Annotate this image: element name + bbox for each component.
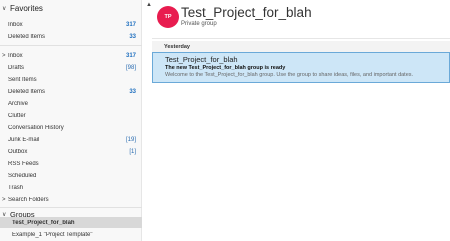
folder-label: RSS Feeds	[8, 161, 39, 167]
message-sender: Test_Project_for_blah	[165, 55, 238, 64]
folder-deleted-items[interactable]: Deleted Items 33	[0, 86, 142, 98]
favorites-item-inbox[interactable]: Inbox 317	[0, 19, 142, 31]
group-title: Test_Project_for_blah	[181, 5, 312, 20]
unread-count: 33	[129, 34, 136, 40]
group-item-example-1[interactable]: Example_1 "Project Template"	[0, 229, 142, 240]
folder-conversation-history[interactable]: Conversation History	[0, 122, 142, 134]
date-group-label: Yesterday	[164, 43, 190, 50]
folder-outbox[interactable]: Outbox [1]	[0, 146, 142, 158]
folder-pane: ∨ Favorites Inbox 317 Deleted Items 33 >…	[0, 0, 142, 241]
group-item-test-project[interactable]: Test_Project_for_blah	[0, 217, 142, 228]
avatar-initials: TP	[164, 14, 172, 20]
unread-count: 317	[125, 22, 136, 28]
folder-scheduled[interactable]: Scheduled	[0, 170, 142, 182]
folder-label: Archive	[8, 101, 29, 107]
folder-sent-items[interactable]: Sent Items	[0, 74, 142, 86]
folder-label: Outbox	[8, 149, 28, 155]
message-item[interactable]: Test_Project_for_blah The new Test_Proje…	[152, 52, 450, 83]
item-count: [1]	[129, 149, 136, 155]
folder-label: Sent Items	[8, 77, 37, 83]
folder-rss-feeds[interactable]: RSS Feeds	[0, 158, 142, 170]
unread-count: 33	[129, 89, 136, 95]
message-subject: The new Test_Project_for_blah group is r…	[165, 65, 286, 71]
scroll-up-icon[interactable]: ▲	[146, 2, 152, 8]
date-group-header: Yesterday	[152, 41, 450, 52]
group-label: Test_Project_for_blah	[12, 219, 75, 226]
folder-label: Inbox	[8, 22, 23, 28]
group-subtitle: Private group	[181, 21, 217, 27]
item-count: [98]	[125, 65, 136, 71]
folder-label: Deleted Items	[8, 34, 46, 40]
folder-inbox[interactable]: > Inbox 317	[0, 50, 142, 62]
folder-search-folders[interactable]: > Search Folders	[0, 194, 142, 206]
header-divider	[152, 38, 450, 39]
favorites-header[interactable]: ∨ Favorites	[2, 4, 43, 13]
folder-label: Clutter	[8, 113, 26, 119]
group-label: Example_1 "Project Template"	[12, 231, 93, 238]
folder-clutter[interactable]: Clutter	[0, 110, 142, 122]
folder-archive[interactable]: Archive	[0, 98, 142, 110]
folder-label: Inbox	[8, 53, 23, 59]
folder-label: Conversation History	[8, 125, 64, 131]
folder-label: Search Folders	[8, 197, 49, 203]
folder-label: Trash	[8, 185, 24, 191]
folder-label: Junk E-mail	[8, 137, 40, 143]
favorites-item-deleted-items[interactable]: Deleted Items 33	[0, 31, 142, 43]
folder-label: Deleted Items	[8, 89, 46, 95]
folder-label: Scheduled	[8, 173, 37, 179]
group-avatar: TP	[157, 6, 179, 28]
unread-count: 317	[125, 53, 136, 59]
message-preview: Welcome to the Test_Project_for_blah gro…	[165, 72, 414, 78]
favorites-header-label: Favorites	[10, 4, 43, 13]
section-divider	[0, 207, 142, 208]
folder-junk-email[interactable]: Junk E-mail [19]	[0, 134, 142, 146]
folder-label: Drafts	[8, 65, 25, 71]
folder-drafts[interactable]: Drafts [98]	[0, 62, 142, 74]
item-count: [19]	[125, 137, 136, 143]
section-divider	[0, 45, 142, 46]
folder-trash[interactable]: Trash	[0, 182, 142, 194]
collapse-chevron-icon: ∨	[2, 6, 7, 12]
